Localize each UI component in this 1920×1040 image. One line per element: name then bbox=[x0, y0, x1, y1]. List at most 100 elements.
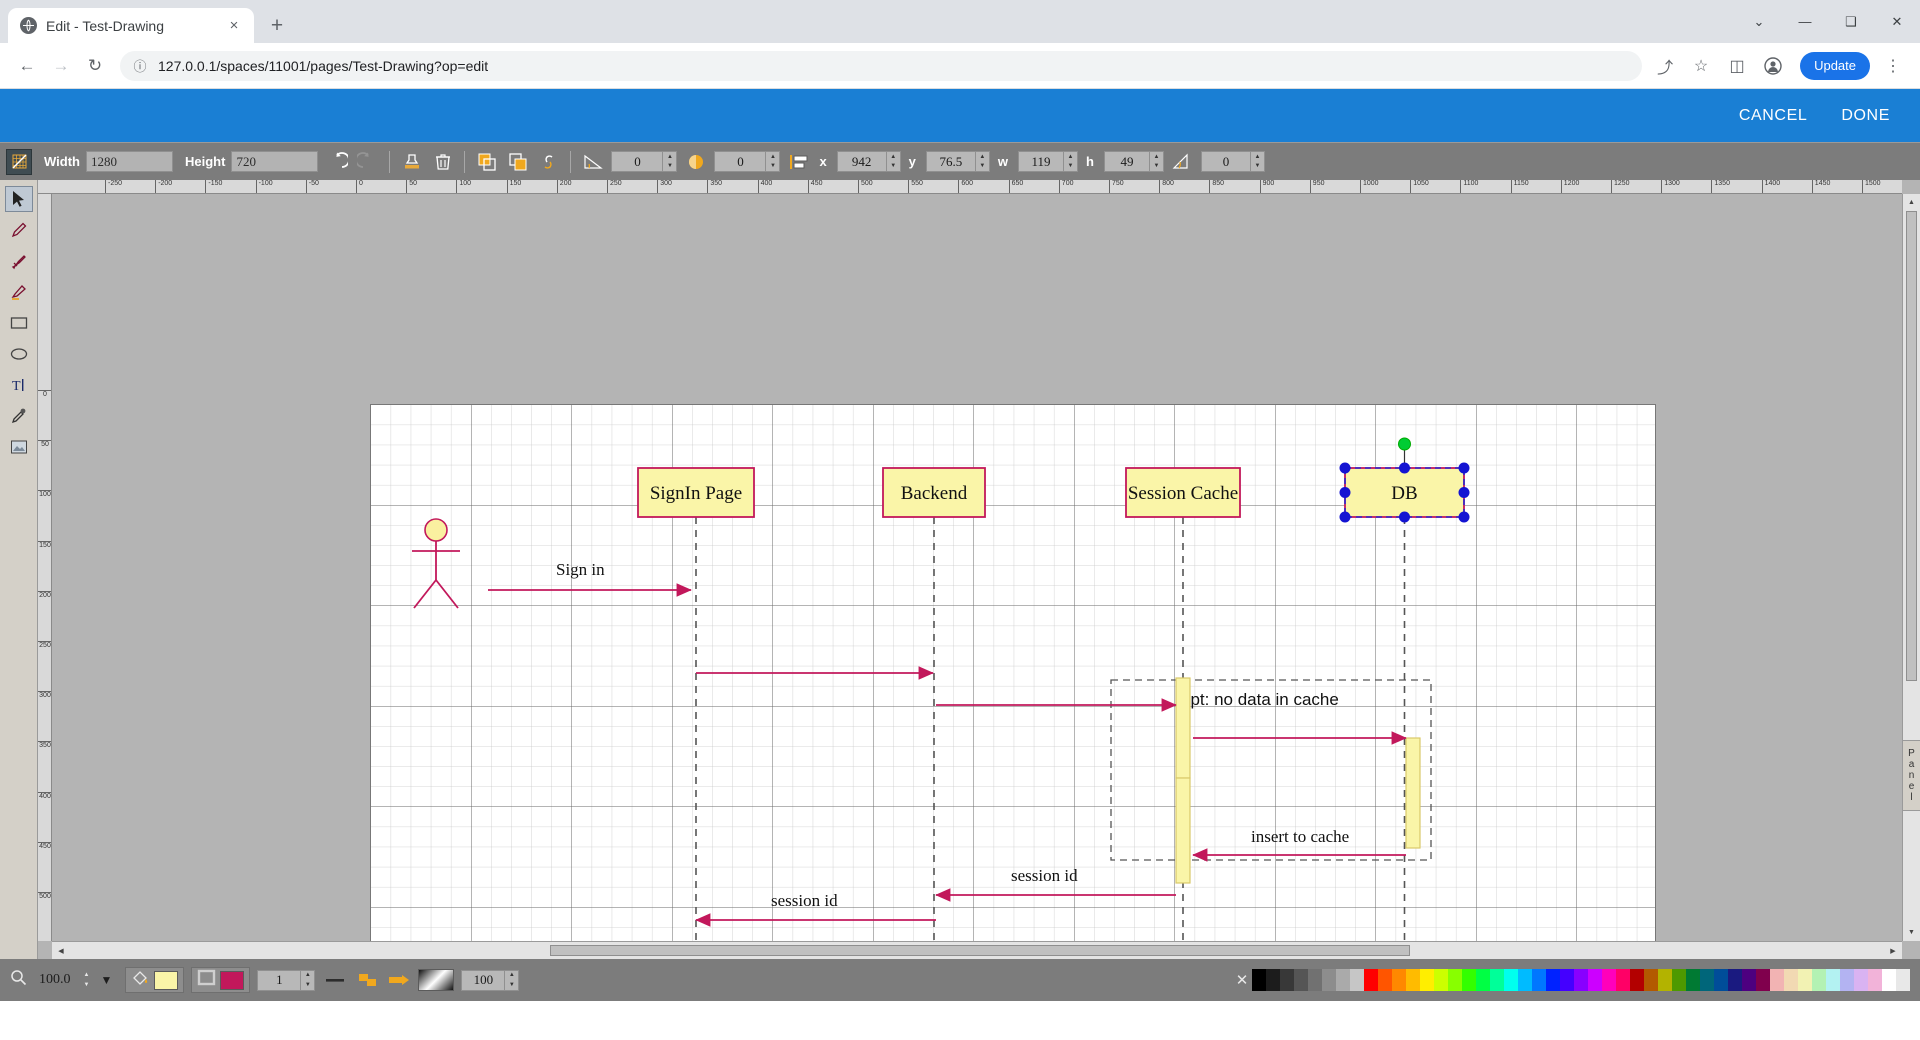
stepper-up-icon[interactable]: ▲ bbox=[663, 152, 676, 162]
palette-color[interactable] bbox=[1546, 969, 1560, 991]
palette-color[interactable] bbox=[1728, 969, 1742, 991]
stepper-down-icon[interactable]: ▼ bbox=[1064, 162, 1077, 172]
stepper-down-icon[interactable]: ▼ bbox=[887, 162, 900, 172]
highlighter-tool[interactable] bbox=[5, 279, 33, 305]
palette-color[interactable] bbox=[1602, 969, 1616, 991]
arrow-start-icon[interactable] bbox=[354, 967, 379, 993]
y-stepper[interactable]: ▲ ▼ bbox=[975, 151, 990, 172]
done-button[interactable]: DONE bbox=[1841, 107, 1890, 125]
bookmark-star-icon[interactable]: ☆ bbox=[1688, 53, 1714, 79]
browser-tab[interactable]: Edit - Test-Drawing × bbox=[8, 8, 254, 43]
angle-value[interactable]: 0 bbox=[611, 151, 664, 172]
opacity-field[interactable]: 0 ▲ ▼ bbox=[714, 151, 781, 172]
align-icon[interactable] bbox=[786, 149, 811, 175]
address-bar[interactable]: ⓘ 127.0.0.1/spaces/11001/pages/Test-Draw… bbox=[120, 50, 1643, 81]
stroke-width-field[interactable]: 1 ▲ ▼ bbox=[257, 969, 316, 991]
palette-color[interactable] bbox=[1868, 969, 1882, 991]
opacity-value[interactable]: 0 bbox=[714, 151, 767, 172]
x-value[interactable]: 942 bbox=[836, 151, 887, 172]
gradient-icon[interactable] bbox=[418, 969, 455, 991]
pen-tool[interactable] bbox=[5, 217, 33, 243]
palette-color[interactable] bbox=[1350, 969, 1364, 991]
palette-color[interactable] bbox=[1518, 969, 1532, 991]
canvas-viewport[interactable]: opt: no data in cache Sign in insert to ca… bbox=[52, 194, 1902, 941]
send-to-back-icon[interactable] bbox=[505, 149, 530, 175]
share-icon[interactable]: ⤴ bbox=[1652, 53, 1678, 79]
minimize-icon[interactable]: — bbox=[1782, 0, 1828, 43]
angle-field[interactable]: 0 ▲ ▼ bbox=[611, 151, 678, 172]
angle-stepper[interactable]: ▲ ▼ bbox=[663, 151, 678, 172]
palette-color[interactable] bbox=[1616, 969, 1630, 991]
palette-color[interactable] bbox=[1784, 969, 1798, 991]
stepper-down-icon[interactable]: ▼ bbox=[663, 162, 676, 172]
palette-color[interactable] bbox=[1378, 969, 1392, 991]
scroll-right-icon[interactable]: ▶ bbox=[1884, 942, 1902, 959]
palette-color[interactable] bbox=[1560, 969, 1574, 991]
palette-color[interactable] bbox=[1672, 969, 1686, 991]
grid-icon[interactable] bbox=[6, 148, 32, 175]
h-value[interactable]: 49 bbox=[1103, 151, 1150, 172]
select-tool[interactable] bbox=[4, 186, 33, 212]
bring-to-front-icon[interactable] bbox=[474, 149, 499, 175]
y-field[interactable]: 76.5 ▲ ▼ bbox=[925, 151, 990, 172]
panel-tab[interactable]: P a n e l bbox=[1902, 740, 1920, 811]
x-field[interactable]: 942 ▲ ▼ bbox=[836, 151, 901, 172]
palette-color[interactable] bbox=[1322, 969, 1336, 991]
palette-color[interactable] bbox=[1504, 969, 1518, 991]
horizontal-ruler[interactable]: -250 -200 -150 -100 -50 0 50 100 150 200 250 300 350… bbox=[38, 180, 1902, 194]
palette-color[interactable] bbox=[1630, 969, 1644, 991]
y-value[interactable]: 76.5 bbox=[925, 151, 976, 172]
opacity-stepper[interactable]: ▲ ▼ bbox=[766, 151, 781, 172]
palette-color[interactable] bbox=[1308, 969, 1322, 991]
palette-color[interactable] bbox=[1714, 969, 1728, 991]
image-tool[interactable] bbox=[5, 434, 33, 460]
line-style-icon[interactable] bbox=[322, 967, 347, 993]
stepper-up-icon[interactable]: ▲ bbox=[80, 970, 94, 981]
color-palette[interactable]: ✕ bbox=[1232, 967, 1910, 993]
back-icon[interactable]: ← bbox=[12, 51, 42, 81]
palette-color[interactable] bbox=[1462, 969, 1476, 991]
text-tool[interactable]: T bbox=[5, 372, 33, 398]
ellipse-tool[interactable] bbox=[5, 341, 33, 367]
palette-color[interactable] bbox=[1434, 969, 1448, 991]
magnifier-icon[interactable] bbox=[10, 969, 27, 991]
rotation-stepper[interactable]: ▲ ▼ bbox=[1250, 151, 1265, 172]
palette-color[interactable] bbox=[1686, 969, 1700, 991]
h-field[interactable]: 49 ▲ ▼ bbox=[1103, 151, 1164, 172]
palette-color[interactable] bbox=[1364, 969, 1378, 991]
link-icon[interactable] bbox=[536, 149, 561, 175]
palette-color[interactable] bbox=[1840, 969, 1854, 991]
palette-color[interactable] bbox=[1812, 969, 1826, 991]
zoom-dropdown-icon[interactable]: ▼ bbox=[101, 973, 113, 987]
stepper-up-icon[interactable]: ▲ bbox=[1251, 152, 1264, 162]
close-window-icon[interactable]: ✕ bbox=[1874, 0, 1920, 43]
opacity-status-value[interactable]: 100 bbox=[461, 969, 506, 991]
forward-icon[interactable]: → bbox=[46, 51, 76, 81]
stepper-down-icon[interactable]: ▼ bbox=[1251, 162, 1264, 172]
palette-color[interactable] bbox=[1574, 969, 1588, 991]
stroke-width-stepper[interactable]: ▲ ▼ bbox=[301, 969, 316, 991]
window-menu-chevron-icon[interactable]: ⌄ bbox=[1736, 0, 1782, 43]
h-stepper[interactable]: ▲ ▼ bbox=[1149, 151, 1164, 172]
palette-color[interactable] bbox=[1700, 969, 1714, 991]
paint-bucket-icon[interactable] bbox=[131, 968, 150, 992]
cancel-button[interactable]: CANCEL bbox=[1739, 107, 1808, 125]
horizontal-scrollbar[interactable]: ◀ ▶ bbox=[52, 941, 1902, 959]
vertical-scrollbar[interactable]: ▲ ▼ bbox=[1902, 194, 1920, 941]
palette-color[interactable] bbox=[1658, 969, 1672, 991]
update-button[interactable]: Update bbox=[1800, 51, 1870, 80]
maximize-icon[interactable]: ❑ bbox=[1828, 0, 1874, 43]
opacity-status-stepper[interactable]: ▲ ▼ bbox=[505, 969, 520, 991]
side-panel-icon[interactable]: ◫ bbox=[1724, 53, 1750, 79]
palette-color[interactable] bbox=[1490, 969, 1504, 991]
stroke-icon[interactable] bbox=[197, 968, 216, 992]
palette-color[interactable] bbox=[1294, 969, 1308, 991]
palette-color[interactable] bbox=[1392, 969, 1406, 991]
vertical-ruler[interactable]: 0501001502002503003504004505005506006507… bbox=[38, 194, 52, 941]
x-stepper[interactable]: ▲ ▼ bbox=[886, 151, 901, 172]
palette-color[interactable] bbox=[1280, 969, 1294, 991]
palette-color[interactable] bbox=[1336, 969, 1350, 991]
palette-color[interactable] bbox=[1266, 969, 1280, 991]
site-info-icon[interactable]: ⓘ bbox=[132, 58, 148, 74]
scroll-up-icon[interactable]: ▲ bbox=[1902, 194, 1920, 211]
